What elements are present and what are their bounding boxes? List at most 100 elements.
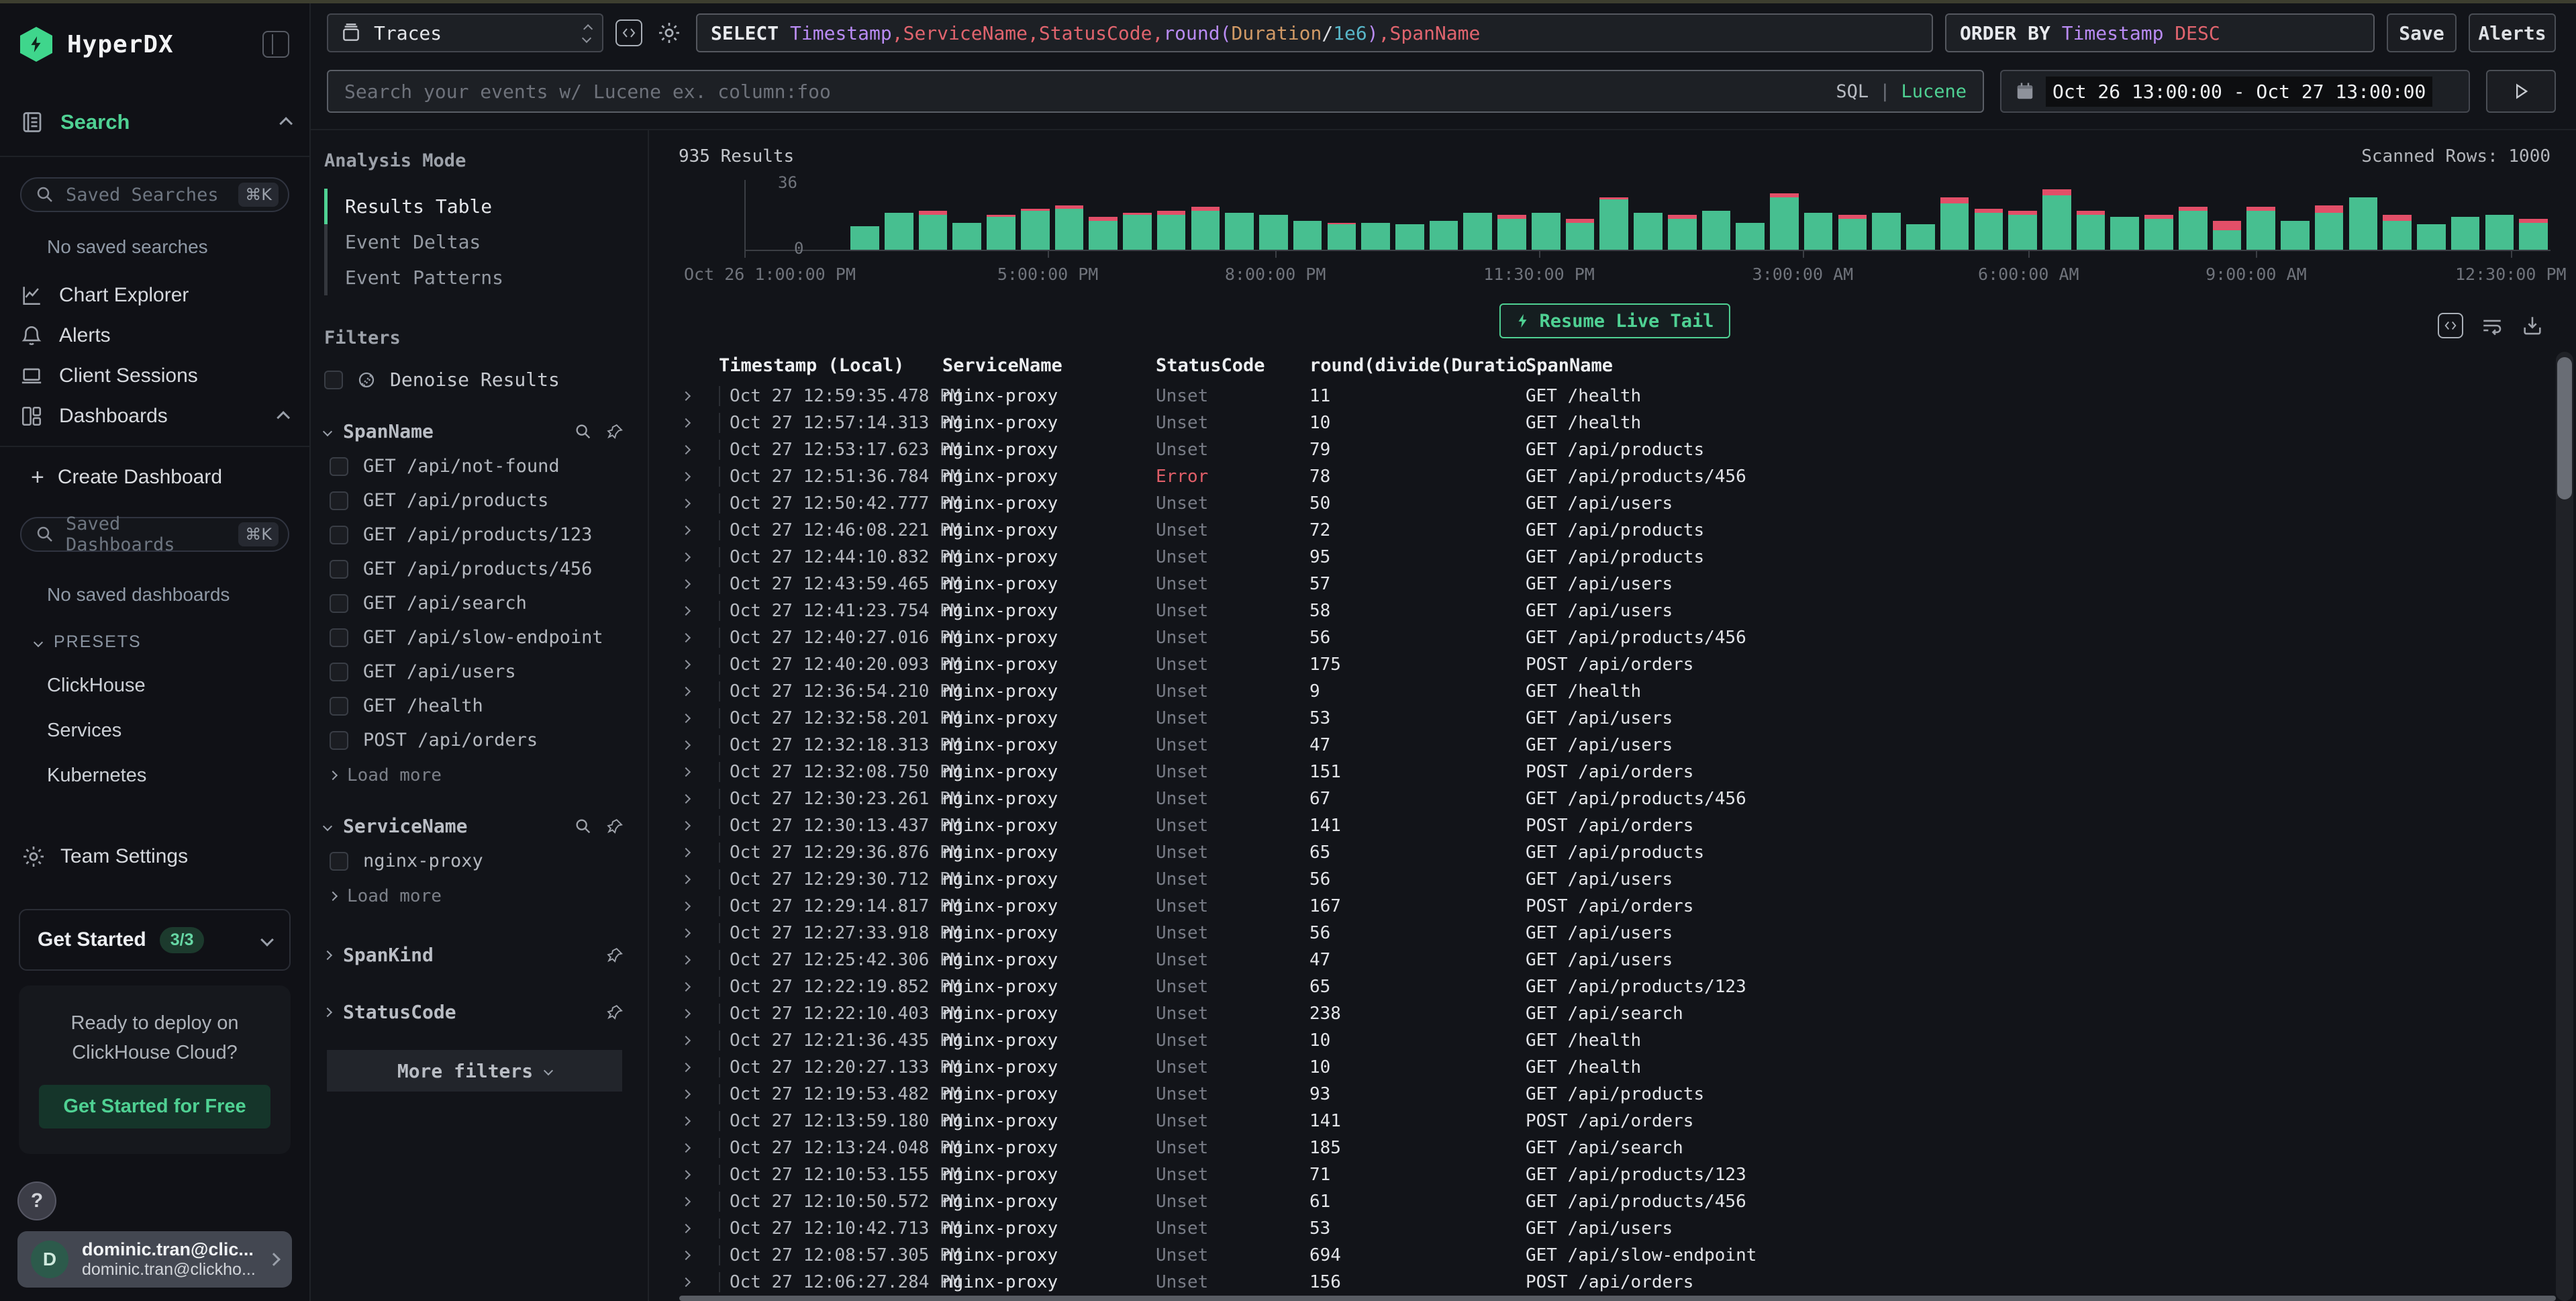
histogram-bar[interactable] <box>1189 180 1223 250</box>
histogram-bar[interactable] <box>1869 180 1903 250</box>
histogram-bar[interactable] <box>1427 180 1461 250</box>
denoise-results-option[interactable]: Denoise Results <box>324 369 625 391</box>
analysis-mode-item-event-deltas[interactable]: Event Deltas <box>324 224 625 260</box>
table-row[interactable]: Oct 27 12:51:36.784 PMnginx-proxyError78… <box>679 463 2550 490</box>
histogram-bar[interactable] <box>1018 180 1052 250</box>
histogram-bar[interactable] <box>1495 180 1529 250</box>
table-row[interactable]: Oct 27 12:30:23.261 PMnginx-proxyUnset67… <box>679 785 2550 812</box>
histogram-bar[interactable] <box>2210 180 2244 250</box>
row-expand-chevron-icon[interactable] <box>679 822 719 829</box>
preset-item-kubernetes[interactable]: Kubernetes <box>47 765 309 787</box>
row-expand-chevron-icon[interactable] <box>679 1171 719 1178</box>
table-row[interactable]: Oct 27 12:29:36.876 PMnginx-proxyUnset65… <box>679 839 2550 866</box>
table-row[interactable]: Oct 27 12:41:23.754 PMnginx-proxyUnset58… <box>679 597 2550 624</box>
filter-group-statuscode[interactable]: StatusCode <box>324 1001 625 1023</box>
histogram-bar[interactable] <box>1358 180 1393 250</box>
sidebar-item-chart-explorer[interactable]: Chart Explorer <box>0 275 309 316</box>
histogram-bar[interactable] <box>2312 180 2346 250</box>
lucene-toggle[interactable]: Lucene <box>1901 81 1967 102</box>
histogram-bar[interactable] <box>2414 180 2448 250</box>
histogram-bar[interactable] <box>1460 180 1495 250</box>
header-duration[interactable]: round(divide(Duration, <box>1309 355 1526 376</box>
histogram-bar[interactable] <box>1631 180 1665 250</box>
table-row[interactable]: Oct 27 12:57:14.313 PMnginx-proxyUnset10… <box>679 409 2550 436</box>
pin-icon[interactable] <box>606 946 625 965</box>
sidebar-item-client-sessions[interactable]: Client Sessions <box>0 356 309 396</box>
checkbox[interactable] <box>330 457 348 476</box>
checkbox[interactable] <box>330 560 348 579</box>
chevron-down-icon[interactable] <box>323 821 332 830</box>
row-expand-chevron-icon[interactable] <box>679 473 719 480</box>
row-expand-chevron-icon[interactable] <box>679 393 719 399</box>
histogram-bar[interactable] <box>1086 180 1120 250</box>
row-expand-chevron-icon[interactable] <box>679 876 719 883</box>
horizontal-scrollbar[interactable] <box>679 1296 2556 1301</box>
histogram-bar[interactable] <box>848 180 882 250</box>
pin-icon[interactable] <box>606 422 625 441</box>
alerts-button[interactable]: Alerts <box>2469 13 2556 52</box>
save-button[interactable]: Save <box>2387 13 2457 52</box>
filter-group-spankind[interactable]: SpanKind <box>324 944 625 966</box>
resume-live-tail-button[interactable]: Resume Live Tail <box>1499 303 1730 338</box>
histogram-bar[interactable] <box>1938 180 1972 250</box>
histogram-bar[interactable] <box>746 180 780 250</box>
checkbox[interactable] <box>330 526 348 544</box>
histogram-bar[interactable] <box>2176 180 2210 250</box>
row-expand-chevron-icon[interactable] <box>679 446 719 453</box>
pin-icon[interactable] <box>606 1003 625 1022</box>
row-expand-chevron-icon[interactable] <box>679 688 719 695</box>
row-expand-chevron-icon[interactable] <box>679 1118 719 1124</box>
preset-item-clickhouse[interactable]: ClickHouse <box>47 675 309 697</box>
presets-toggle[interactable]: PRESETS <box>35 632 309 652</box>
source-select[interactable]: Traces <box>327 13 603 52</box>
histogram-bar[interactable] <box>882 180 916 250</box>
filter-item[interactable]: GET /api/users <box>324 661 625 682</box>
chevron-down-icon[interactable] <box>323 426 332 436</box>
row-expand-chevron-icon[interactable] <box>679 608 719 614</box>
code-view-button[interactable] <box>615 19 642 46</box>
header-statuscode[interactable]: StatusCode <box>1156 355 1309 376</box>
checkbox[interactable] <box>330 663 348 681</box>
code-view-icon[interactable] <box>2438 313 2463 338</box>
analysis-mode-item-event-patterns[interactable]: Event Patterns <box>324 260 625 295</box>
table-row[interactable]: Oct 27 12:32:08.750 PMnginx-proxyUnset15… <box>679 759 2550 785</box>
checkbox[interactable] <box>330 594 348 613</box>
histogram-bar[interactable] <box>1733 180 1767 250</box>
filter-item[interactable]: GET /api/products/456 <box>324 559 625 579</box>
search-icon[interactable] <box>574 422 593 441</box>
settings-gear-button[interactable] <box>654 18 684 48</box>
date-range-picker[interactable]: Oct 26 13:00:00 - Oct 27 13:00:00 <box>2000 70 2470 113</box>
wrap-text-icon[interactable] <box>2481 314 2504 337</box>
table-row[interactable]: Oct 27 12:32:18.313 PMnginx-proxyUnset47… <box>679 732 2550 759</box>
table-row[interactable]: Oct 27 12:59:35.478 PMnginx-proxyUnset11… <box>679 383 2550 409</box>
row-expand-chevron-icon[interactable] <box>679 957 719 963</box>
filter-item[interactable]: GET /api/slow-endpoint <box>324 627 625 648</box>
row-expand-chevron-icon[interactable] <box>679 500 719 507</box>
search-input[interactable]: Search your events w/ Lucene ex. column:… <box>327 70 1984 113</box>
histogram-bar[interactable] <box>1971 180 2005 250</box>
checkbox[interactable] <box>330 628 348 647</box>
sidebar-item-dashboards[interactable]: Dashboards <box>0 396 309 436</box>
table-row[interactable]: Oct 27 12:46:08.221 PMnginx-proxyUnset72… <box>679 517 2550 544</box>
histogram-bar[interactable] <box>2448 180 2483 250</box>
saved-searches-input[interactable]: Saved Searches ⌘K <box>20 177 289 212</box>
row-expand-chevron-icon[interactable] <box>679 849 719 856</box>
histogram-bar[interactable] <box>2005 180 2040 250</box>
histogram-bar[interactable] <box>1052 180 1087 250</box>
row-expand-chevron-icon[interactable] <box>679 1198 719 1205</box>
filter-item[interactable]: GET /api/search <box>324 593 625 614</box>
histogram-bar[interactable] <box>950 180 984 250</box>
row-expand-chevron-icon[interactable] <box>679 769 719 775</box>
table-row[interactable]: Oct 27 12:43:59.465 PMnginx-proxyUnset57… <box>679 571 2550 597</box>
download-icon[interactable] <box>2521 314 2544 337</box>
table-row[interactable]: Oct 27 12:27:33.918 PMnginx-proxyUnset56… <box>679 920 2550 947</box>
table-row[interactable]: Oct 27 12:40:20.093 PMnginx-proxyUnset17… <box>679 651 2550 678</box>
table-row[interactable]: Oct 27 12:25:42.306 PMnginx-proxyUnset47… <box>679 947 2550 973</box>
run-query-button[interactable] <box>2486 70 2556 113</box>
table-row[interactable]: Oct 27 12:13:59.180 PMnginx-proxyUnset14… <box>679 1108 2550 1135</box>
more-filters-button[interactable]: More filters <box>327 1050 622 1092</box>
histogram-bar[interactable] <box>916 180 950 250</box>
filter-item[interactable]: GET /api/products/123 <box>324 524 625 545</box>
sidebar-collapse-icon[interactable] <box>262 31 289 58</box>
row-expand-chevron-icon[interactable] <box>679 796 719 802</box>
